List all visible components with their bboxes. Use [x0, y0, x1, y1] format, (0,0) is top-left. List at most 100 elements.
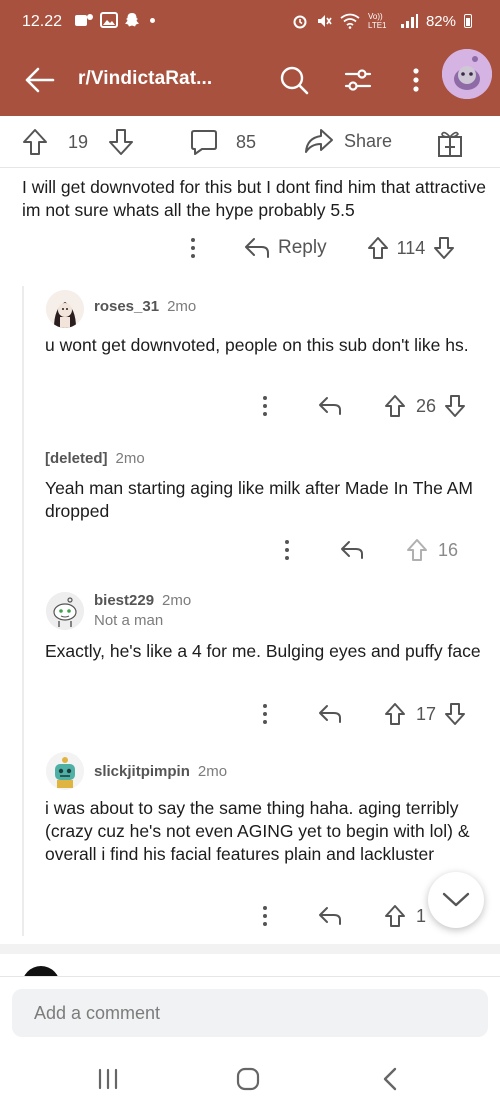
network-label: Vo)) LTE1 — [367, 12, 387, 30]
search-button[interactable] — [272, 58, 316, 102]
comment-composer — [0, 976, 500, 1046]
upvote-icon[interactable] — [22, 128, 48, 156]
upvote-icon — [407, 539, 427, 561]
username[interactable]: roses_31 — [94, 298, 159, 315]
back-button[interactable] — [20, 60, 60, 100]
comment-text: Exactly, he's like a 4 for me. Bulging e… — [45, 641, 481, 661]
status-right: Vo)) LTE1 82% — [292, 12, 472, 30]
add-comment-input[interactable] — [12, 989, 488, 1037]
system-nav-bar — [0, 1046, 500, 1112]
upvote-icon[interactable] — [384, 394, 406, 418]
status-bar: 12.22 Vo)) LTE1 82% — [0, 0, 500, 44]
upvote-icon[interactable] — [367, 236, 389, 260]
overflow-menu-button[interactable] — [398, 58, 434, 102]
user-avatar-icon — [46, 290, 84, 328]
downvote-icon[interactable] — [444, 702, 466, 726]
comment-icon — [191, 130, 217, 155]
comment-score: 26 — [416, 395, 437, 416]
top-comment-text: I will get downvoted for this but I dont… — [22, 177, 486, 220]
snoo-avatar-icon — [442, 49, 492, 99]
reply-icon — [245, 238, 269, 258]
post-comments-button[interactable]: 85 — [190, 128, 256, 156]
snoo-avatar-icon — [46, 752, 84, 790]
comment-age: 2mo — [167, 298, 197, 315]
comment-text: i was about to say the same thing haha. … — [45, 798, 470, 864]
app-bar: r/VindictaRat... — [0, 44, 500, 116]
downvote-icon[interactable] — [433, 236, 455, 260]
recents-icon — [98, 1068, 118, 1090]
user-flair: Not a man — [94, 612, 164, 629]
share-icon — [305, 129, 333, 153]
username[interactable]: slickjitpimpin — [94, 763, 190, 780]
sort-filter-button[interactable] — [336, 58, 380, 102]
avatar[interactable] — [46, 290, 84, 328]
snapchat-icon — [125, 13, 139, 27]
status-time: 12.22 — [22, 13, 63, 30]
reply-label: Reply — [278, 237, 327, 258]
comment-score: 16 — [438, 539, 459, 560]
sliders-icon — [344, 69, 372, 91]
more-vertical-icon[interactable] — [260, 904, 270, 928]
comment-actions: 1 — [260, 904, 426, 928]
recent-apps-button[interactable] — [88, 1064, 128, 1094]
reply-button[interactable]: Reply — [244, 237, 327, 259]
comment-age: 2mo — [115, 450, 145, 467]
top-comment-score: 114 — [396, 237, 426, 258]
notification-icons — [74, 12, 155, 28]
gallery-icon — [100, 12, 118, 28]
comment-meta: biest229 2mo — [94, 592, 191, 609]
more-vertical-icon[interactable] — [282, 538, 292, 562]
post-score: 19 — [68, 131, 89, 152]
comment-meta: slickjitpimpin 2mo — [94, 763, 227, 780]
back-nav-button[interactable] — [370, 1064, 410, 1094]
battery-icon — [464, 14, 472, 28]
share-button[interactable]: Share — [304, 128, 392, 154]
upvote-icon[interactable] — [384, 904, 406, 928]
comment-text: u wont get downvoted, people on this sub… — [45, 335, 469, 355]
reply-icon[interactable] — [318, 906, 342, 926]
top-comment-actions: Reply 114 — [188, 236, 455, 260]
chevron-left-icon — [383, 1067, 397, 1091]
more-vertical-icon[interactable] — [260, 394, 270, 418]
signal-icon — [400, 14, 418, 28]
teams-icon — [75, 14, 93, 26]
reply-icon[interactable] — [318, 704, 342, 724]
battery-percent: 82% — [425, 12, 456, 30]
downvote-icon[interactable] — [108, 128, 134, 156]
more-vertical-icon[interactable] — [188, 236, 198, 260]
subreddit-title[interactable]: r/VindictaRat... — [78, 68, 212, 90]
comment-age: 2mo — [162, 592, 192, 609]
username: [deleted] — [45, 450, 108, 467]
section-divider — [0, 944, 500, 954]
user-avatar[interactable] — [442, 49, 492, 99]
more-vertical-icon — [413, 68, 419, 92]
reply-icon[interactable] — [318, 396, 342, 416]
post-vote-group: 19 — [22, 128, 134, 156]
reply-icon[interactable] — [340, 540, 364, 560]
post-actions-bar: 19 85 Share — [0, 116, 500, 168]
upvote-icon[interactable] — [384, 702, 406, 726]
dot-indicator — [150, 17, 155, 23]
comment-score: 1 — [416, 905, 427, 926]
snoo-avatar-icon — [46, 592, 84, 630]
more-vertical-icon[interactable] — [260, 702, 270, 726]
comment-actions: 17 — [260, 702, 466, 726]
comment-meta: [deleted] 2mo — [45, 450, 145, 467]
search-icon — [280, 66, 309, 95]
comment-meta: roses_31 2mo — [94, 298, 196, 315]
comment-actions: 16 — [282, 538, 458, 562]
next-comment-button[interactable] — [428, 872, 484, 928]
wifi-icon — [340, 13, 360, 29]
thread-line[interactable] — [22, 286, 24, 936]
gift-icon — [438, 131, 462, 157]
award-button[interactable] — [436, 128, 464, 158]
avatar[interactable] — [46, 752, 84, 790]
arrow-left-icon — [25, 67, 55, 93]
downvote-icon[interactable] — [444, 394, 466, 418]
comment-age: 2mo — [197, 763, 228, 780]
home-button[interactable] — [228, 1064, 268, 1094]
username[interactable]: biest229 — [94, 592, 154, 609]
avatar[interactable] — [46, 592, 84, 630]
comment-actions: 26 — [260, 394, 466, 418]
chevron-down-icon — [442, 892, 470, 907]
